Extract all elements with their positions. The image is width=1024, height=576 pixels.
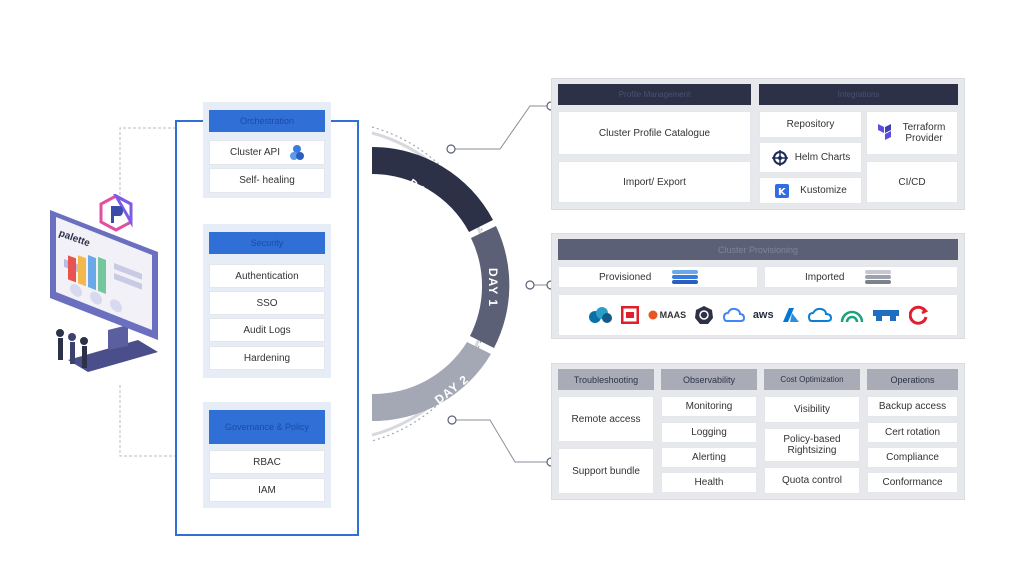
openstack-icon (589, 307, 613, 323)
repository-item: Repository (759, 111, 862, 138)
openshift-circle-icon (908, 305, 928, 325)
day2-segment (372, 342, 491, 422)
monitoring-item: Monitoring (661, 396, 757, 417)
logging-item: Logging (661, 422, 757, 443)
provisioned-item: Provisioned (558, 266, 758, 288)
helm-charts-label: Helm Charts (794, 152, 851, 163)
cluster-provisioning-header: Cluster Provisioning (558, 239, 958, 260)
imported-label: Imported (805, 271, 845, 283)
aws-icon: aws (752, 309, 774, 321)
helm-charts-item: Helm Charts (759, 142, 862, 173)
kustomize-item: K Kustomize (759, 177, 862, 204)
azure-stack-icon (808, 307, 833, 322)
openshift-icon (621, 306, 640, 324)
conformance-item: Conformance (867, 472, 958, 493)
kubernetes-icon (695, 306, 714, 324)
kustomize-icon: K (775, 183, 790, 198)
cluster-profile-catalogue-item: Cluster Profile Catalogue (558, 111, 751, 155)
terraform-icon (878, 124, 891, 140)
compliance-item: Compliance (867, 447, 958, 468)
integrations-header: Integrations (759, 84, 958, 105)
provisioned-stack-icon (672, 270, 699, 284)
provider-icons-row: MAAS aws (558, 294, 958, 336)
edge-icon (841, 310, 864, 323)
cert-rotation-item: Cert rotation (867, 422, 958, 443)
kustomize-label: Kustomize (800, 185, 847, 196)
azure-icon (782, 308, 799, 322)
troubleshooting-header: Troubleshooting (558, 369, 654, 390)
visibility-item: Visibility (764, 396, 860, 423)
operations-header: Operations (867, 369, 958, 390)
quota-control-item: Quota control (764, 467, 860, 494)
provisioned-label: Provisioned (599, 271, 652, 283)
cost-optimization-header: Cost Optimization (764, 369, 860, 390)
maas-icon: MAAS (648, 310, 687, 320)
observability-header: Observability (661, 369, 757, 390)
svg-text:K: K (778, 187, 787, 198)
health-item: Health (661, 472, 757, 493)
policy-based-rightsizing-item: Policy-based Rightsizing (764, 428, 860, 462)
terraform-provider-label: Terraform Provider (902, 122, 946, 144)
helm-icon (771, 149, 788, 166)
backup-access-item: Backup access (867, 396, 958, 417)
imported-stack-icon (865, 270, 892, 284)
ci-cd-item: CI/CD (866, 161, 958, 203)
maas-label: MAAS (659, 310, 687, 320)
support-bundle-item: Support bundle (558, 448, 654, 494)
profile-management-header: Profile Management (558, 84, 751, 105)
import-export-item: Import/ Export (558, 161, 751, 203)
day1-label: DAY 1 (486, 268, 500, 308)
terraform-provider-item: Terraform Provider (866, 111, 958, 155)
imported-item: Imported (764, 266, 958, 288)
vmware-icon (873, 310, 900, 321)
remote-access-item: Remote access (558, 396, 654, 442)
gcp-icon (722, 307, 745, 322)
alerting-item: Alerting (661, 447, 757, 468)
